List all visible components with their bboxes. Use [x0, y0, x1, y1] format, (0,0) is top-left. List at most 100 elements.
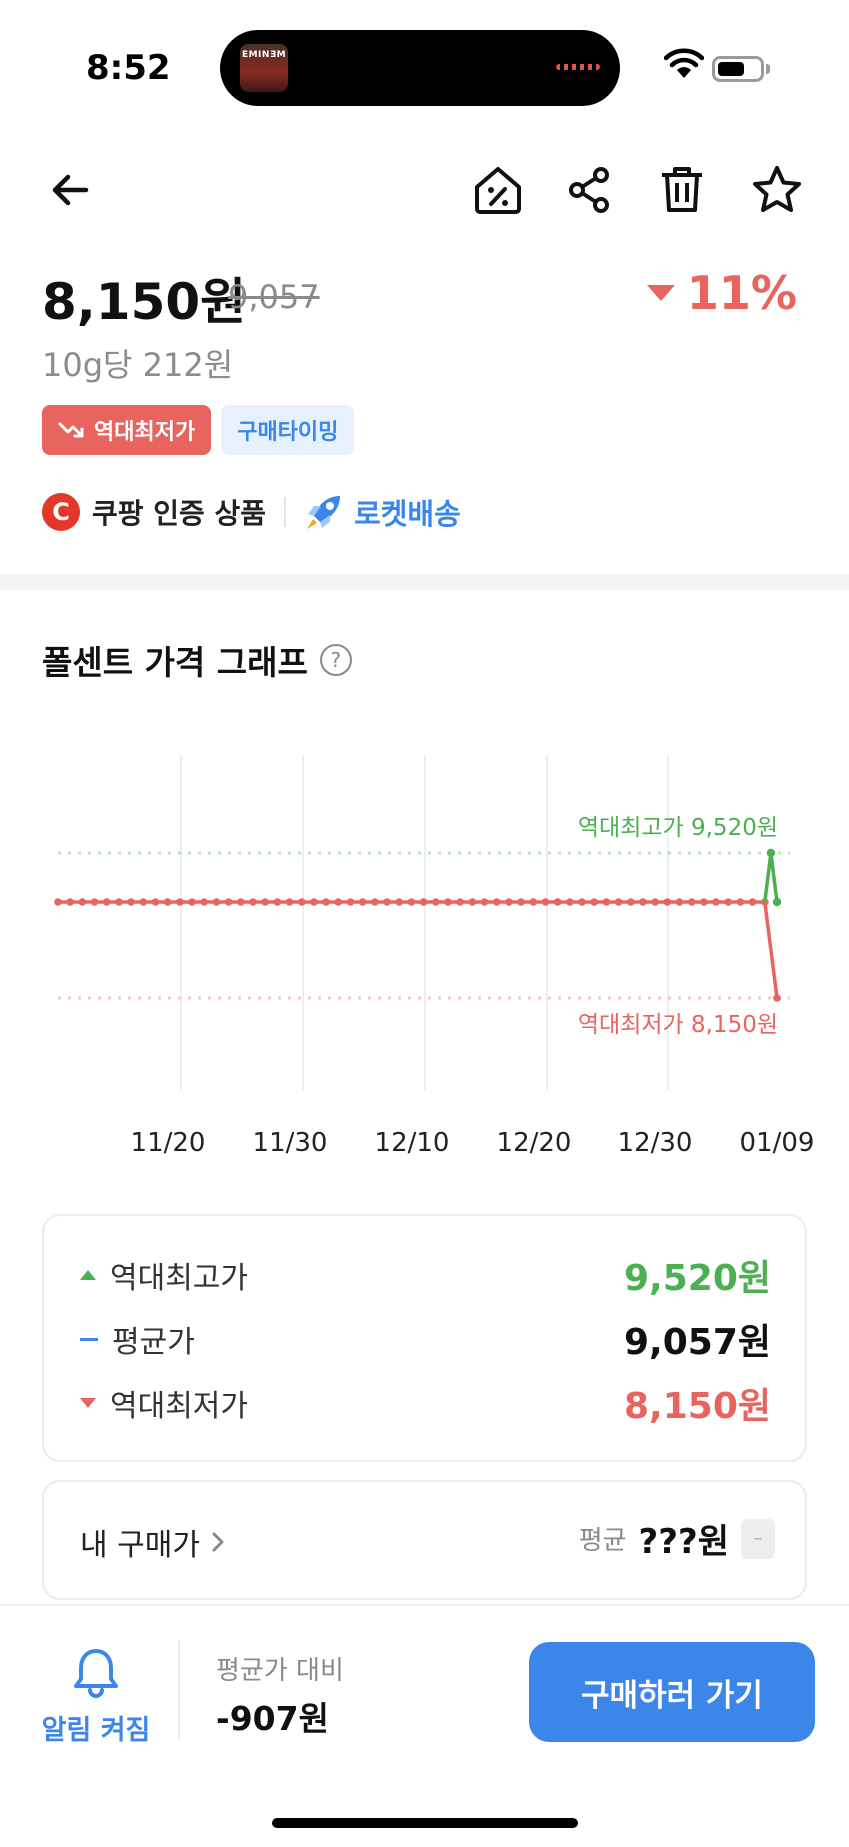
star-icon — [753, 166, 801, 212]
up-triangle-icon — [80, 1270, 96, 1280]
price-point — [773, 994, 781, 1002]
delete-button[interactable] — [652, 160, 712, 220]
price-point — [651, 898, 659, 906]
price-point — [444, 898, 452, 906]
divider — [284, 497, 287, 527]
album-art-text: EMINƎM — [241, 50, 287, 60]
home-indicator[interactable] — [272, 1818, 578, 1828]
trend-down-icon — [58, 422, 84, 438]
price-point — [456, 898, 464, 906]
price-series-line — [58, 900, 779, 999]
price-point — [736, 898, 745, 906]
price-point — [66, 898, 74, 906]
price-point — [505, 898, 513, 906]
my-purchase-badge: – — [741, 1518, 775, 1559]
bell-icon — [74, 1649, 118, 1698]
top-nav — [0, 150, 849, 230]
price-point — [297, 898, 306, 906]
price-point — [224, 898, 233, 906]
price-point — [127, 898, 135, 906]
unit-price: 10g당 212원 — [42, 346, 234, 384]
tag-row: 역대최저가 구매타이밍 — [42, 405, 355, 455]
down-triangle-icon — [80, 1398, 96, 1408]
discount-text: 11% — [686, 266, 797, 320]
price-point — [334, 898, 343, 906]
price-point — [626, 898, 635, 906]
my-purchase-avg-label: 평균 — [578, 1526, 627, 1556]
price-point — [614, 898, 623, 906]
coupang-logo-icon: C — [42, 493, 80, 531]
buy-timing-tag[interactable]: 구매타이밍 — [221, 405, 355, 455]
price-point — [383, 898, 391, 906]
buy-timing-tag-label: 구매타이밍 — [237, 420, 339, 445]
price-point — [261, 898, 269, 906]
price-point — [163, 898, 172, 906]
high-point — [766, 848, 776, 858]
section-separator — [0, 574, 849, 590]
price-point — [517, 898, 525, 906]
price-point — [249, 898, 257, 906]
dynamic-island[interactable]: EMINƎM — [220, 30, 620, 106]
price-point — [480, 898, 489, 906]
price-point — [236, 898, 245, 906]
price-point — [748, 898, 757, 906]
x-tick-label: 11/20 — [130, 1128, 206, 1158]
discount-rate: 11% — [646, 266, 797, 320]
favorite-button[interactable] — [747, 160, 807, 220]
summary-value: 8,150원 — [624, 1386, 771, 1427]
my-purchase-label: 내 구매가 — [80, 1528, 200, 1563]
price-point — [687, 898, 696, 906]
reference-label: 역대최고가 9,520원 — [578, 815, 778, 841]
price-point — [151, 898, 160, 906]
price-point — [322, 898, 330, 906]
price-point — [395, 898, 404, 906]
price-point — [200, 898, 209, 906]
price-point — [700, 898, 708, 906]
price-alert-button[interactable] — [468, 160, 528, 220]
bottom-action-bar: 알림 켜짐 평균가 대비 -907원 구매하러 가기 — [0, 1604, 849, 1847]
price-point — [492, 898, 501, 906]
reference-label: 역대최저가 8,150원 — [578, 1012, 778, 1038]
alarm-label: 알림 켜짐 — [41, 1715, 151, 1746]
price-point — [712, 898, 720, 906]
price-point — [90, 898, 99, 906]
x-tick-label: 12/20 — [496, 1128, 572, 1158]
price-point — [346, 898, 355, 906]
price-point — [176, 898, 184, 906]
price-tag-percent-icon — [475, 167, 521, 214]
my-purchase-avg-value: ???원 — [638, 1522, 729, 1562]
price-point — [285, 898, 294, 906]
go-to-buy-button[interactable]: 구매하러 가기 — [529, 1642, 815, 1742]
price-point — [273, 898, 282, 906]
summary-label: 역대최저가 — [110, 1389, 248, 1424]
price-point — [529, 898, 538, 906]
back-button[interactable] — [40, 160, 100, 220]
price-point — [663, 898, 672, 906]
price-point — [566, 898, 574, 906]
price-point — [407, 898, 416, 906]
share-button[interactable] — [560, 160, 620, 220]
trash-icon — [662, 167, 702, 212]
battery-tip — [766, 64, 770, 74]
vs-average-value: -907원 — [216, 1699, 329, 1738]
price-point — [78, 898, 87, 906]
price-point — [602, 898, 611, 906]
price-point — [358, 898, 367, 906]
price-point — [553, 898, 562, 906]
price-point — [639, 898, 647, 906]
price-point — [541, 898, 550, 906]
graph-title-text: 폴센트 가격 그래프 — [42, 643, 308, 682]
help-icon[interactable]: ? — [319, 644, 352, 676]
my-purchase-price-row[interactable]: 내 구매가 평균 ???원 – — [42, 1480, 807, 1600]
price-point — [578, 898, 586, 906]
price-point — [54, 898, 62, 906]
graph-title: 폴센트 가격 그래프 ? — [42, 636, 352, 684]
status-time: 8:52 — [86, 48, 171, 88]
price-point — [102, 898, 111, 906]
my-purchase-label-group: 내 구매가 — [80, 1520, 226, 1564]
x-tick-label: 01/09 — [739, 1128, 815, 1158]
alarm-toggle[interactable]: 알림 켜짐 — [36, 1646, 156, 1747]
summary-label: 평균가 — [112, 1325, 195, 1360]
my-purchase-average: 평균 ???원 – — [579, 1514, 775, 1563]
price-point — [139, 898, 148, 906]
